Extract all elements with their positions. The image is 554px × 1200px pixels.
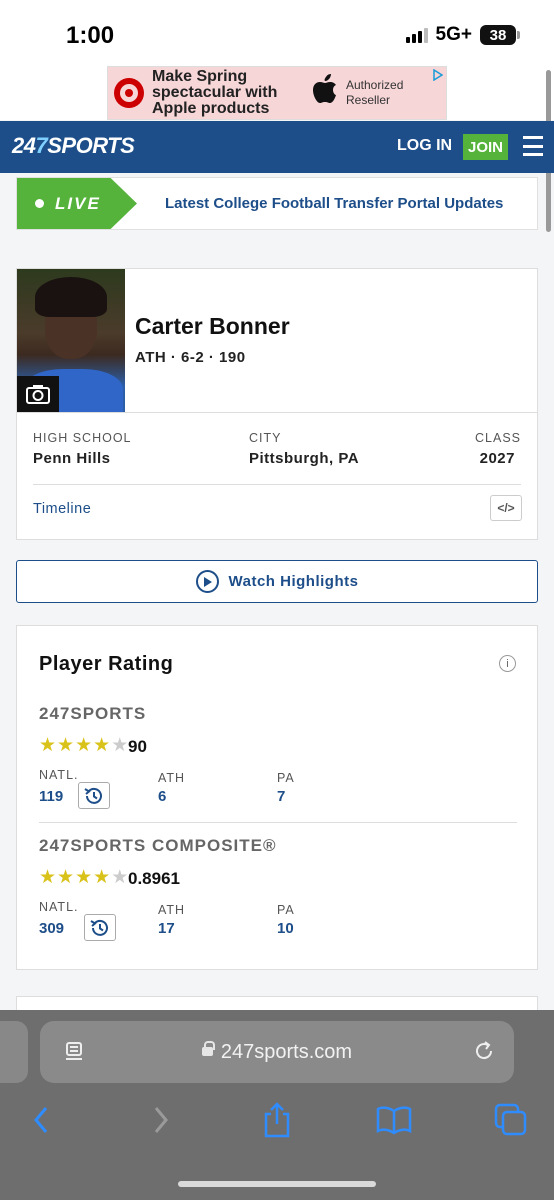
target-logo-icon (114, 78, 144, 108)
timeline-link[interactable]: Timeline (33, 501, 91, 517)
natl-label: NATL. (39, 900, 79, 914)
divider (33, 484, 521, 485)
status-bar: 1:00 5G+ 38 (0, 0, 554, 66)
back-icon[interactable] (21, 1098, 61, 1142)
ad-reseller-text: Authorized Reseller (346, 78, 404, 107)
rank-history-icon[interactable] (78, 782, 110, 809)
position-rank[interactable]: 6 (158, 788, 166, 805)
status-indicators: 5G+ 38 (405, 24, 520, 46)
live-bar[interactable]: LIVE Latest College Football Transfer Po… (16, 177, 538, 230)
ad-banner[interactable]: Make Spring spectacular with Apple produ… (107, 66, 447, 120)
star-icon: ★ (75, 867, 93, 888)
natl-label: NATL. (39, 768, 79, 782)
position-rank[interactable]: 17 (158, 920, 175, 937)
forward-icon[interactable] (141, 1098, 181, 1142)
browser-nav (0, 1098, 554, 1142)
player-profile-card: Carter Bonner ATH · 6-2 · 190 HIGH SCHOO… (16, 268, 538, 540)
bookmarks-icon[interactable] (374, 1098, 414, 1142)
rating-score: 90 (128, 737, 147, 756)
natl-rank[interactable]: 119 (39, 788, 63, 805)
login-link[interactable]: LOG IN (397, 137, 452, 155)
site-header: 247SPORTS LOG IN JOIN (0, 121, 554, 173)
tabs-icon[interactable] (491, 1098, 531, 1142)
rating-score: 0.8961 (128, 869, 180, 888)
previous-tab[interactable] (0, 1021, 28, 1083)
logo-seven: 7 (35, 133, 48, 158)
ad-headline: Make Spring spectacular with Apple produ… (152, 68, 278, 117)
class-value: 2027 (479, 450, 515, 467)
rank-history-icon[interactable] (84, 914, 116, 941)
share-icon[interactable] (257, 1098, 297, 1142)
star-empty-icon: ★ (111, 867, 129, 888)
battery-icon: 38 (480, 25, 520, 45)
apple-logo-icon (312, 74, 338, 112)
star-rating: ★ ★ ★ ★ ★ (39, 868, 128, 887)
position-label: ATH (158, 903, 186, 917)
player-meta: ATH · 6-2 · 190 (135, 349, 246, 366)
rating-source-name: 247SPORTS (39, 704, 147, 723)
natl-rank[interactable]: 309 (39, 920, 64, 937)
player-name: Carter Bonner (135, 313, 290, 339)
home-indicator[interactable] (178, 1181, 376, 1187)
url-text: 247sports.com (220, 1040, 353, 1063)
reload-icon[interactable] (472, 1039, 496, 1068)
high-school-value: Penn Hills (33, 450, 111, 467)
lock-icon (201, 1040, 215, 1059)
position-label: ATH (158, 771, 186, 785)
rating-title: Player Rating (39, 653, 174, 675)
live-dot-icon (35, 199, 44, 208)
star-icon: ★ (39, 867, 57, 888)
watch-highlights-label: Watch Highlights (228, 573, 359, 590)
state-rank[interactable]: 10 (277, 920, 294, 937)
high-school-label: HIGH SCHOOL (33, 431, 132, 445)
divider (17, 412, 537, 413)
browser-toolbar: 247sports.com (0, 1010, 554, 1200)
star-icon: ★ (57, 867, 75, 888)
url-display[interactable]: 247sports.com (40, 1021, 514, 1083)
star-empty-icon: ★ (111, 735, 129, 756)
site-logo[interactable]: 247SPORTS (12, 133, 135, 159)
divider (39, 822, 517, 823)
rating-source-name: 247SPORTS COMPOSITE® (39, 836, 277, 855)
ad-choices-icon[interactable] (433, 68, 444, 84)
star-icon: ★ (39, 735, 57, 756)
star-icon: ★ (57, 735, 75, 756)
state-label: PA (277, 903, 295, 917)
class-label: CLASS (475, 431, 521, 445)
star-icon: ★ (93, 735, 111, 756)
state-rank[interactable]: 7 (277, 788, 285, 805)
signal-icon (405, 27, 428, 43)
live-headline-link[interactable]: Latest College Football Transfer Portal … (165, 195, 503, 212)
embed-code-button[interactable]: </> (490, 495, 522, 521)
city-label: CITY (249, 431, 282, 445)
network-type: 5G+ (435, 24, 472, 45)
camera-icon[interactable] (17, 376, 59, 412)
hamburger-icon[interactable] (523, 136, 543, 156)
player-rating-card: Player Rating i 247SPORTS ★ ★ ★ ★ ★ 90 NATL.… (16, 625, 538, 970)
play-icon (195, 570, 219, 593)
ad-area: Make Spring spectacular with Apple produ… (0, 66, 554, 120)
logo-suffix: SPORTS (47, 133, 135, 158)
star-rating: ★ ★ ★ ★ ★ (39, 736, 128, 755)
info-icon[interactable]: i (499, 655, 516, 672)
live-label: LIVE (55, 194, 101, 213)
state-label: PA (277, 771, 295, 785)
city-value: Pittsburgh, PA (249, 450, 360, 467)
live-badge: LIVE (17, 178, 137, 229)
logo-prefix: 24 (12, 133, 36, 158)
star-icon: ★ (93, 867, 111, 888)
address-bar[interactable]: 247sports.com (40, 1021, 514, 1083)
status-time: 1:00 (66, 22, 115, 49)
watch-highlights-button[interactable]: Watch Highlights (16, 560, 538, 603)
join-button[interactable]: JOIN (463, 134, 508, 160)
star-icon: ★ (75, 735, 93, 756)
